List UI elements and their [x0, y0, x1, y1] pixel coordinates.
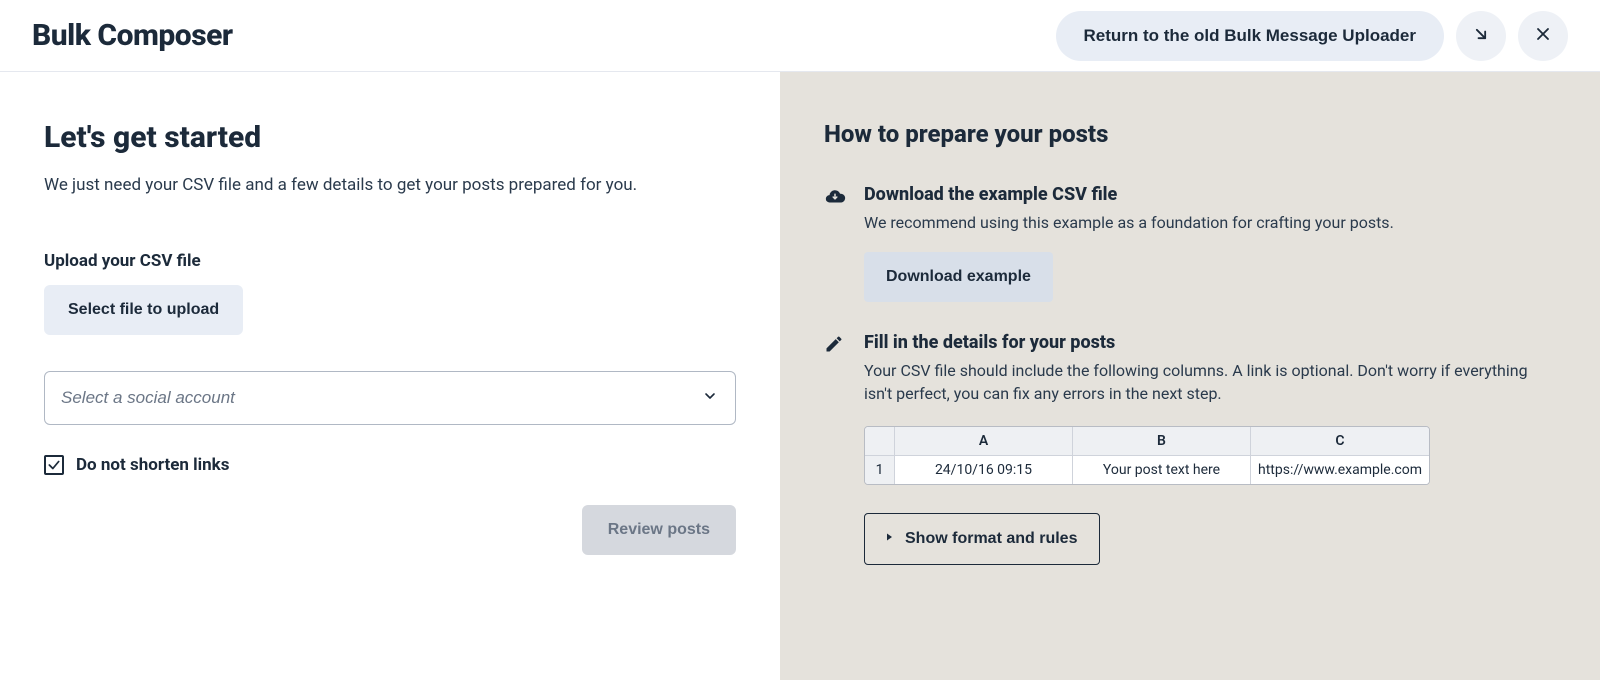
do-not-shorten-links-checkbox[interactable] — [44, 455, 64, 475]
social-account-select[interactable]: Select a social account — [44, 371, 736, 425]
step-fill-body: Fill in the details for your posts Your … — [864, 332, 1556, 564]
table-cell-text: Your post text here — [1073, 456, 1251, 484]
download-example-button[interactable]: Download example — [864, 252, 1053, 302]
step-fill-desc: Your CSV file should include the followi… — [864, 359, 1556, 405]
step-fill-title: Fill in the details for your posts — [864, 332, 1556, 353]
show-format-rules-label: Show format and rules — [905, 530, 1077, 548]
table-header-c: C — [1251, 427, 1429, 455]
left-heading: Let's get started — [44, 120, 736, 155]
left-panel: Let's get started We just need your CSV … — [0, 72, 780, 680]
return-old-uploader-button[interactable]: Return to the old Bulk Message Uploader — [1056, 11, 1445, 61]
main: Let's get started We just need your CSV … — [0, 72, 1600, 680]
shorten-links-row: Do not shorten links — [44, 455, 736, 475]
step-fill: Fill in the details for your posts Your … — [824, 332, 1556, 564]
step-download-desc: We recommend using this example as a fou… — [864, 211, 1556, 234]
step-download-title: Download the example CSV file — [864, 184, 1556, 205]
table-row-index: 1 — [865, 456, 895, 484]
step-download: Download the example CSV file We recomme… — [824, 184, 1556, 302]
left-subtext: We just need your CSV file and a few det… — [44, 175, 736, 195]
cloud-download-icon — [824, 184, 846, 302]
arrow-down-right-icon — [1471, 24, 1491, 47]
minimize-button[interactable] — [1456, 11, 1506, 61]
csv-example-table: A B C 1 24/10/16 09:15 Your post text he… — [864, 426, 1430, 485]
table-header-b: B — [1073, 427, 1251, 455]
table-row: 1 24/10/16 09:15 Your post text here htt… — [865, 456, 1429, 484]
right-heading: How to prepare your posts — [824, 120, 1556, 148]
select-file-button[interactable]: Select file to upload — [44, 285, 243, 335]
review-posts-button[interactable]: Review posts — [582, 505, 736, 555]
table-corner-cell — [865, 427, 895, 455]
close-button[interactable] — [1518, 11, 1568, 61]
pencil-icon — [824, 332, 846, 564]
table-cell-date: 24/10/16 09:15 — [895, 456, 1073, 484]
upload-label: Upload your CSV file — [44, 251, 736, 271]
step-download-body: Download the example CSV file We recomme… — [864, 184, 1556, 302]
caret-right-icon — [883, 530, 895, 548]
page-title: Bulk Composer — [32, 18, 233, 53]
close-icon — [1533, 24, 1553, 47]
social-account-select-wrap: Select a social account — [44, 371, 736, 425]
right-panel: How to prepare your posts Download the e… — [780, 72, 1600, 680]
table-header-a: A — [895, 427, 1073, 455]
show-format-rules-button[interactable]: Show format and rules — [864, 513, 1100, 565]
header: Bulk Composer Return to the old Bulk Mes… — [0, 0, 1600, 72]
do-not-shorten-links-label: Do not shorten links — [76, 455, 230, 475]
table-header-row: A B C — [865, 427, 1429, 456]
table-cell-link: https://www.example.com — [1251, 456, 1429, 484]
header-actions: Return to the old Bulk Message Uploader — [1056, 11, 1569, 61]
